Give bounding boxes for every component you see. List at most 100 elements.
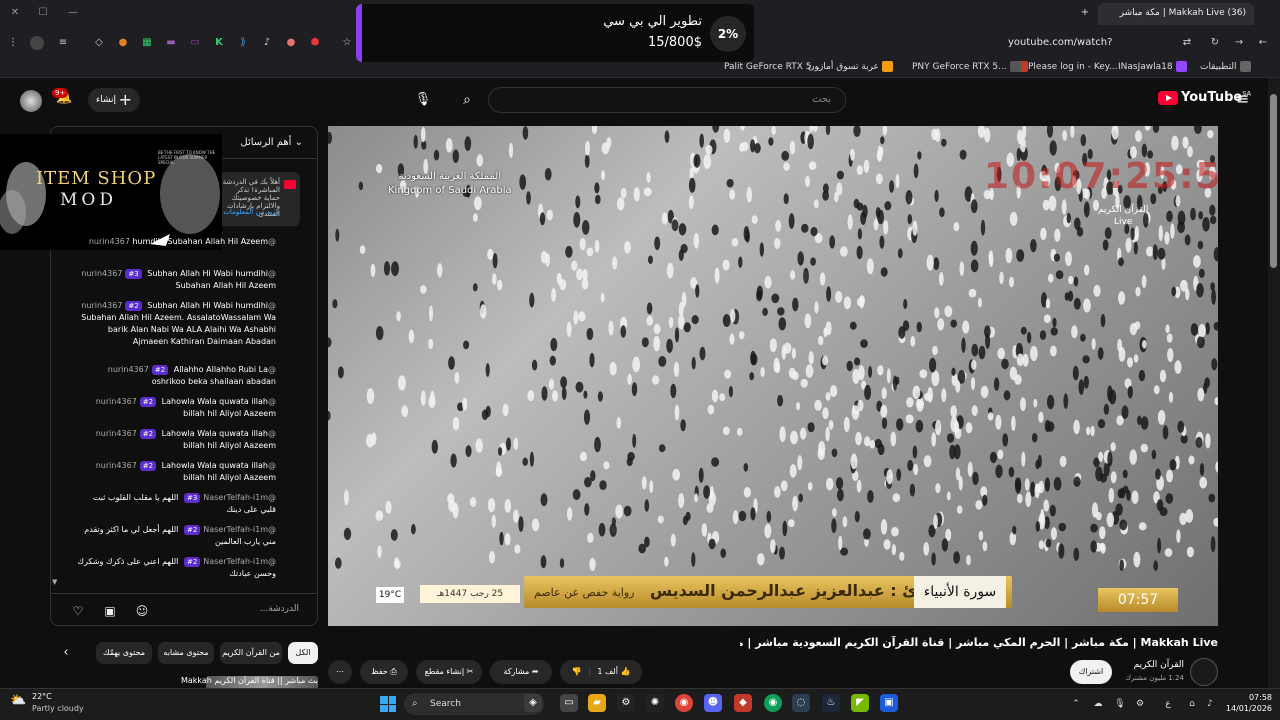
- chat-author[interactable]: @NaserTelfah-i1m: [203, 557, 276, 566]
- chip-quran[interactable]: من القرآن الكريم: [220, 642, 282, 664]
- more-actions-icon[interactable]: ⋯: [328, 660, 352, 684]
- extension-icon[interactable]: ◇: [92, 36, 106, 50]
- bookmark-apps[interactable]: التطبيقات: [1200, 60, 1251, 74]
- site-icon: [1009, 61, 1021, 72]
- extension-icon[interactable]: K: [212, 36, 226, 50]
- search-icon[interactable]: ⌕: [452, 86, 482, 114]
- bookmark-item[interactable]: INasJawla18: [1118, 60, 1187, 74]
- chat-input[interactable]: الدردشة...: [260, 604, 299, 614]
- channel-avatar[interactable]: [1190, 658, 1218, 686]
- system-clock[interactable]: 07:58 14/01/2026: [1222, 692, 1272, 714]
- emoji-icon[interactable]: ☺: [133, 602, 151, 620]
- input-language[interactable]: ع: [1162, 698, 1174, 710]
- maximize-window-icon[interactable]: ☐: [36, 6, 50, 20]
- tab-title: (36) Makkah Live | مكة مباشر: [1119, 8, 1246, 18]
- speaker-icon[interactable]: ♪: [260, 36, 274, 50]
- chip-for-you[interactable]: محتوى يهمّك: [96, 642, 152, 664]
- subscribe-button[interactable]: اشتراك: [1070, 660, 1112, 684]
- menu-icon[interactable]: ≡: [1236, 90, 1254, 108]
- chat-message[interactable]: @nurin4367 humdihi Subahan Allah Hil Aze…: [76, 236, 276, 248]
- extension-icon[interactable]: ⟫: [236, 36, 250, 50]
- app-icon[interactable]: ⚙: [617, 694, 635, 712]
- browser-tab-active[interactable]: (36) Makkah Live | مكة مباشر: [1098, 3, 1254, 25]
- bookmark-item[interactable]: عربة تسوق أمازون: [808, 60, 893, 74]
- chat-message[interactable]: @NaserTelfah-i1m#2 اللهم أجعل لي ما اكثر…: [76, 524, 276, 548]
- mic-tray-icon[interactable]: 🎙: [1114, 698, 1126, 710]
- more-options-icon[interactable]: ⋮: [6, 36, 20, 50]
- extension-icon[interactable]: ▭: [188, 36, 202, 50]
- like-icon[interactable]: 👍: [620, 667, 630, 676]
- bookmark-item[interactable]: PNY GeForce RTX 5...: [912, 60, 1021, 74]
- tray-overflow-icon[interactable]: ⌃: [1070, 698, 1082, 710]
- chat-message[interactable]: @NaserTelfah-i1m#3 اللهم يا مقلب القلوب …: [76, 492, 276, 516]
- save-button[interactable]: حفظ ⎙: [360, 660, 408, 684]
- create-button[interactable]: إنشاء +: [88, 88, 140, 112]
- extension-icon[interactable]: ▦: [140, 36, 154, 50]
- chat-message[interactable]: @NaserTelfah-i1m#2 اللهم اعني على ذكرك و…: [76, 556, 276, 580]
- profile-icon[interactable]: [30, 36, 44, 50]
- app-tray-icon[interactable]: ⚙: [1134, 698, 1146, 710]
- new-tab-icon[interactable]: +: [1078, 6, 1092, 20]
- task-view-icon[interactable]: ▭: [560, 694, 578, 712]
- volume-icon[interactable]: ♪: [1204, 698, 1216, 710]
- chat-message[interactable]: @nurin4367#2 Lahowla Wala quwata illah b…: [76, 460, 276, 484]
- dislike-icon[interactable]: 👎: [572, 667, 582, 676]
- super-chat-icon[interactable]: ▣: [101, 602, 119, 620]
- extension-icon[interactable]: ⬢: [308, 36, 322, 50]
- close-window-icon[interactable]: ✕: [8, 6, 22, 20]
- chat-message[interactable]: @nurin4367#2 Lahowla Wala quwata illah b…: [76, 428, 276, 452]
- chrome-icon[interactable]: ◉: [764, 694, 782, 712]
- voice-search-icon[interactable]: 🎙: [410, 86, 436, 114]
- amazon-icon: [881, 61, 893, 72]
- clip-button[interactable]: إنشاء مقطع ✂: [416, 660, 482, 684]
- search-input[interactable]: بحث: [488, 87, 846, 113]
- widget-icon[interactable]: ◈: [524, 694, 542, 712]
- minimize-window-icon[interactable]: —: [66, 6, 80, 20]
- chevron-left-icon[interactable]: ‹: [56, 642, 76, 664]
- start-button[interactable]: [380, 696, 396, 712]
- discord-icon[interactable]: ☻: [704, 694, 722, 712]
- chip-similar[interactable]: محتوى مشابه: [158, 642, 214, 664]
- browser-icon[interactable]: ◌: [792, 694, 810, 712]
- cloud-icon[interactable]: ☁: [1092, 698, 1104, 710]
- chat-message[interactable]: @nurin4367#2 Allahho Allahho Rubi La osh…: [76, 364, 276, 388]
- chrome-icon[interactable]: ◉: [675, 694, 693, 712]
- settings-icon[interactable]: ✺: [646, 694, 664, 712]
- taskbar-search[interactable]: ⌕ Search: [404, 693, 544, 715]
- address-bar[interactable]: youtube.com/watch?v=Xn_Ny84UDeg: [1008, 34, 1178, 66]
- clock-date: 14/01/2026: [1225, 704, 1272, 713]
- bookmark-star-icon[interactable]: ☆: [340, 36, 354, 50]
- scrollbar-thumb[interactable]: [1270, 94, 1277, 268]
- more-info-link[interactable]: مزيد من المعلومات: [223, 208, 280, 216]
- bookmark-item[interactable]: Please log in - Key...: [1014, 60, 1117, 74]
- chat-message[interactable]: @nurin4367#3 Subhan Allah Hi Wabi humdih…: [76, 268, 276, 292]
- back-icon[interactable]: ←: [1256, 36, 1270, 50]
- scroll-down-icon[interactable]: ▼: [52, 578, 57, 586]
- forward-icon[interactable]: →: [1232, 36, 1246, 50]
- weather-partly-cloudy-icon[interactable]: ⛅: [10, 693, 28, 711]
- avatar[interactable]: [20, 90, 42, 112]
- app-icon[interactable]: ▣: [880, 694, 898, 712]
- extension-icon[interactable]: ▬: [164, 36, 178, 50]
- chat-message[interactable]: @nurin4367#2 Subhan Allah Hi Wabi humdih…: [76, 300, 276, 348]
- extension-icon[interactable]: ●: [116, 36, 130, 50]
- video-player[interactable]: المملكة العربية السعودية Kingdom of Saud…: [328, 126, 1218, 626]
- chat-message[interactable]: @nurin4367#2 Lahowla Wala quwata illah b…: [76, 396, 276, 420]
- share-button[interactable]: مشاركة ➦: [490, 660, 552, 684]
- bookmark-item[interactable]: Palit GeForce RTX 5...: [724, 60, 820, 74]
- app-icon[interactable]: ◆: [734, 694, 752, 712]
- file-explorer-icon[interactable]: ▰: [588, 694, 606, 712]
- channel-name[interactable]: القرآن الكريم: [1122, 660, 1184, 670]
- extension-icon[interactable]: ●: [284, 36, 298, 50]
- nvidia-icon[interactable]: ◤: [851, 694, 869, 712]
- like-dislike-button[interactable]: 👎 | 1 ألف 👍: [560, 660, 642, 684]
- chat-author[interactable]: @NaserTelfah-i1m: [203, 493, 276, 502]
- network-icon[interactable]: ⌂: [1186, 698, 1198, 710]
- steam-icon[interactable]: ♨: [822, 694, 840, 712]
- reload-icon[interactable]: ↻: [1208, 36, 1222, 50]
- extension-icon[interactable]: ≡: [56, 36, 70, 50]
- heart-icon[interactable]: ♡: [69, 602, 87, 620]
- site-settings-icon[interactable]: ⇄: [1180, 36, 1194, 50]
- chip-all[interactable]: الكل: [288, 642, 318, 664]
- chat-author[interactable]: @NaserTelfah-i1m: [203, 525, 276, 534]
